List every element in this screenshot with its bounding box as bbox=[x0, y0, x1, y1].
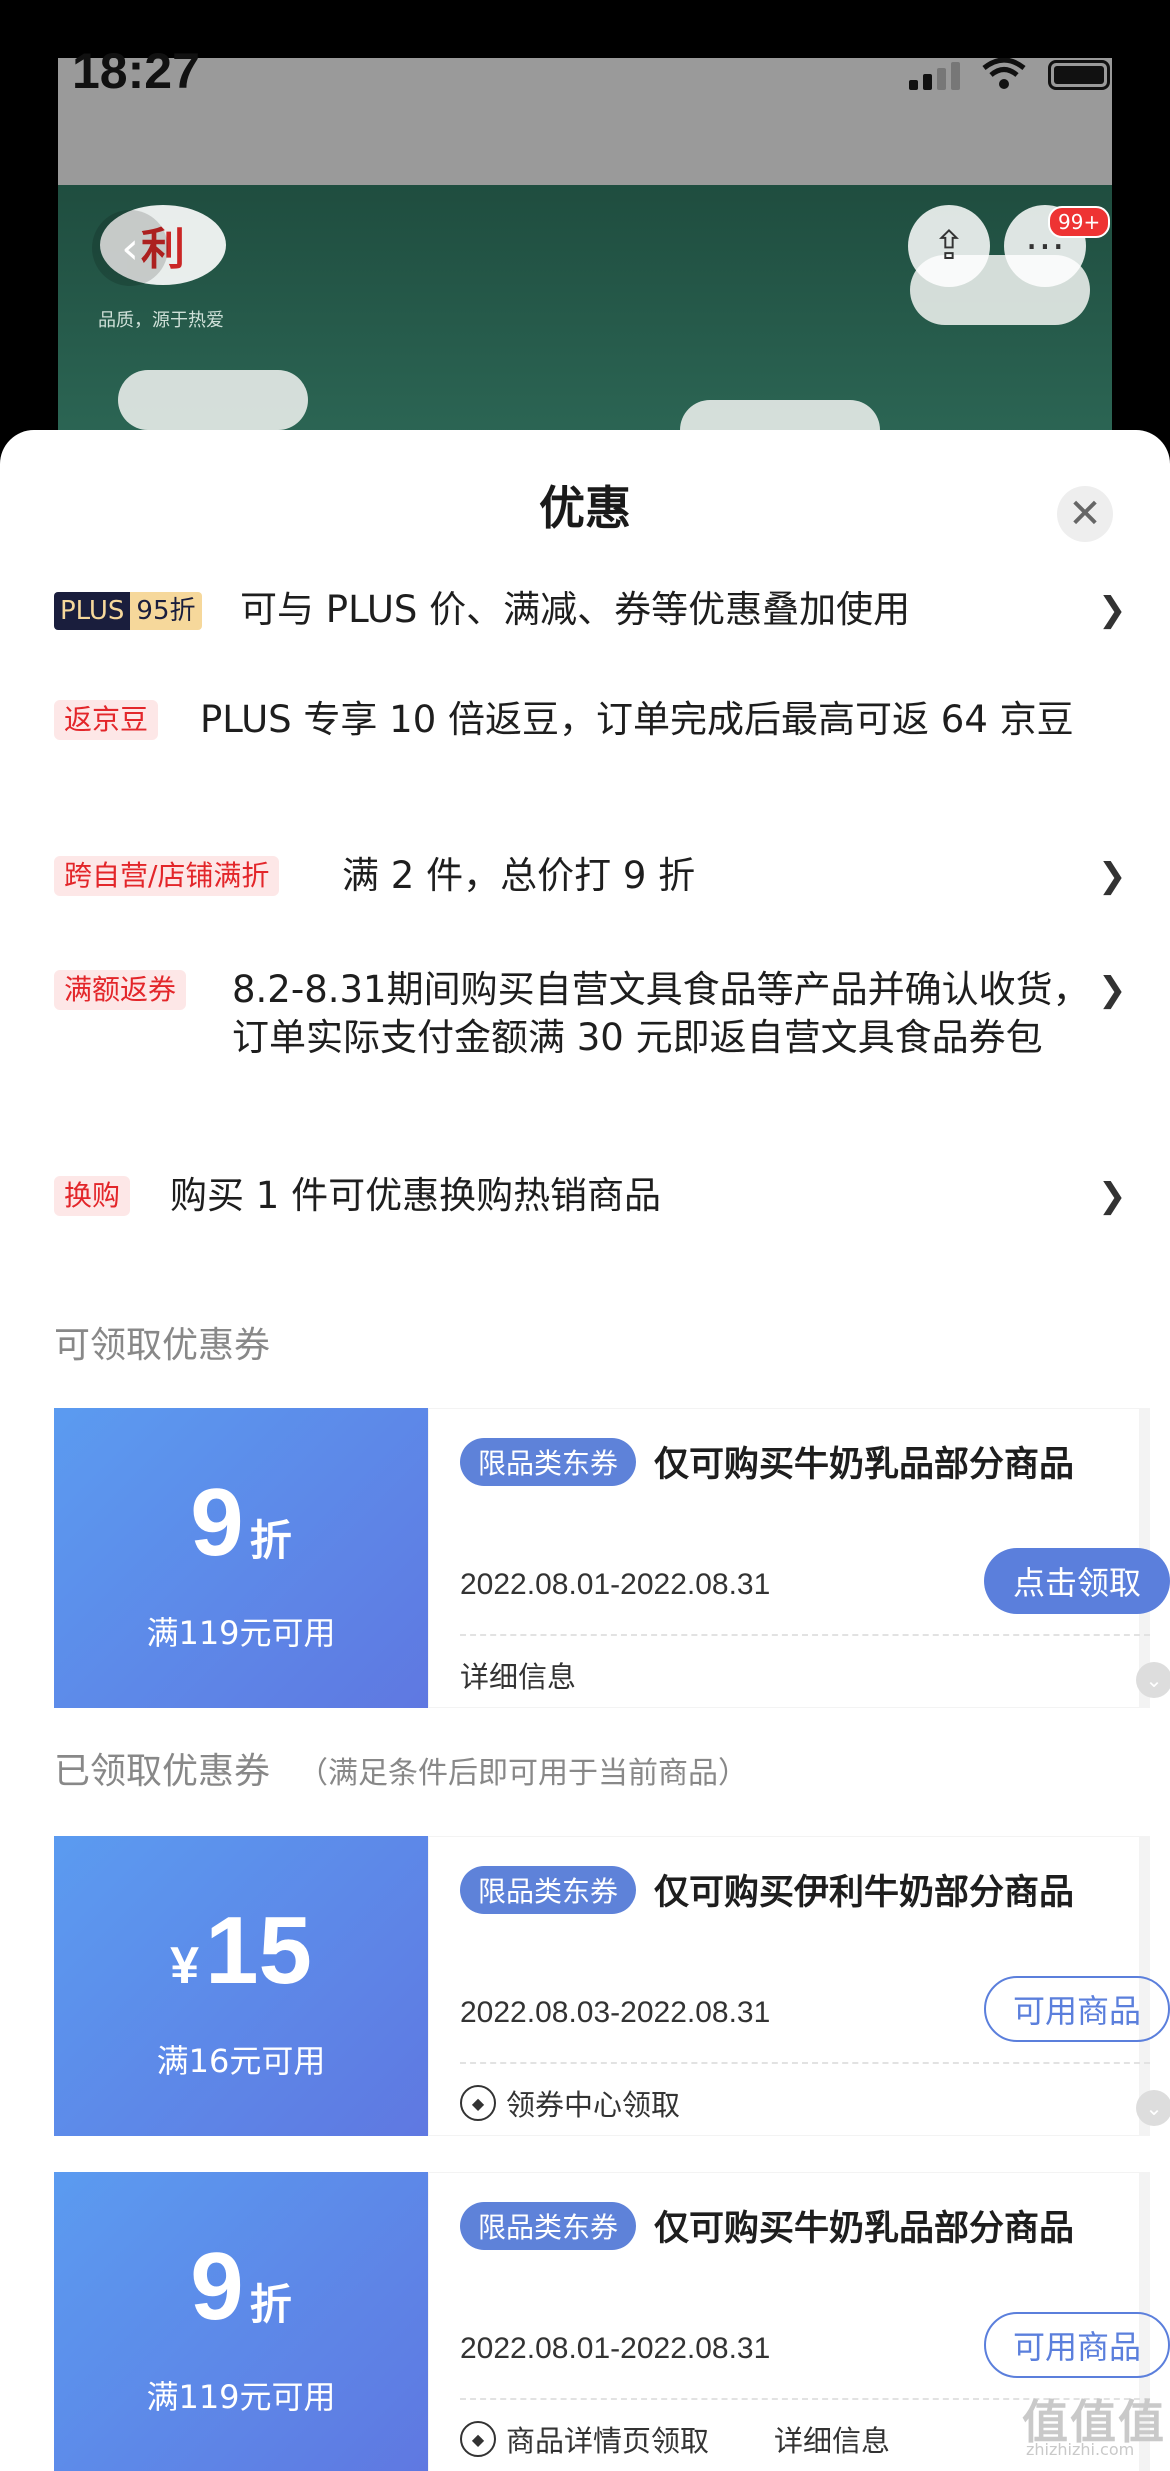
watermark-url: zhizhizhi.com bbox=[1026, 2440, 1135, 2459]
close-icon: ✕ bbox=[1068, 491, 1102, 537]
coupon-type-tag: 限品类东券 bbox=[460, 1438, 637, 1486]
promo-tag: 换购 bbox=[54, 1176, 131, 1216]
back-button[interactable]: ‹ bbox=[92, 210, 168, 286]
coupon-amount: 9 bbox=[190, 2233, 244, 2340]
coupon-type-tag: 限品类东券 bbox=[460, 1866, 637, 1914]
applicable-products-button[interactable]: 可用商品 bbox=[984, 1976, 1170, 2042]
divider bbox=[460, 2062, 1150, 2064]
status-icons bbox=[909, 57, 1110, 90]
coupon-value-panel: 9折 满119元可用 bbox=[48, 2172, 428, 2471]
claim-coupon-button[interactable]: 点击领取 bbox=[984, 1548, 1170, 1614]
coupon-validity: 2022.08.01-2022.08.31 bbox=[460, 2332, 771, 2365]
promo-tag: 跨自营/店铺满折 bbox=[54, 856, 280, 896]
close-button[interactable]: ✕ bbox=[1057, 486, 1113, 542]
brand-slogan: 品质，源于热爱 bbox=[98, 310, 224, 331]
signal-icon bbox=[909, 62, 960, 90]
coupon-detail-panel: 限品类东券 仅可购买伊利牛奶部分商品 2022.08.03-2022.08.31… bbox=[428, 1836, 1170, 2136]
currency-symbol: ¥ bbox=[170, 1937, 200, 1995]
coupon-card: ¥15 满16元可用 限品类东券 仅可购买伊利牛奶部分商品 2022.08.03… bbox=[48, 1836, 1170, 2136]
coupon-card: 9折 满119元可用 限品类东券 仅可购买牛奶乳品部分商品 2022.08.01… bbox=[48, 1408, 1170, 1708]
coupon-detail-panel: 限品类东券 仅可购买牛奶乳品部分商品 2022.08.01-2022.08.31… bbox=[428, 1408, 1170, 1708]
promo-tag: 返京豆 bbox=[54, 700, 159, 740]
coupon-source-icon: ◆ bbox=[460, 2085, 496, 2121]
chevron-right-icon: ❯ bbox=[1098, 590, 1127, 630]
coupon-title: 仅可购买伊利牛奶部分商品 bbox=[654, 1873, 1075, 1913]
coupon-unit: 折 bbox=[249, 1517, 292, 1564]
coupon-details-link[interactable]: 详细信息 bbox=[774, 2418, 890, 2460]
status-bar: 18:27 bbox=[0, 0, 1170, 99]
promo-text: 满 2 件，总价打 9 折 bbox=[342, 854, 696, 897]
coupon-condition: 满119元可用 bbox=[146, 1614, 336, 1652]
coupon-condition: 满119元可用 bbox=[146, 2378, 336, 2416]
coupon-source: ◆ 商品详情页领取 bbox=[460, 2418, 709, 2460]
coupon-title: 仅可购买牛奶乳品部分商品 bbox=[654, 1445, 1075, 1485]
coupon-unit: 折 bbox=[249, 2281, 292, 2328]
status-time: 18:27 bbox=[72, 43, 200, 99]
promo-text: 购买 1 件可优惠换购热销商品 bbox=[170, 1174, 662, 1217]
coupon-source-text: 领券中心领取 bbox=[506, 2088, 681, 2122]
available-coupons-heading: 可领取优惠券 bbox=[54, 1325, 271, 1366]
coupon-card: 9折 满119元可用 限品类东券 仅可购买牛奶乳品部分商品 2022.08.01… bbox=[48, 2172, 1170, 2471]
coupon-details-link[interactable]: 详细信息 bbox=[460, 1654, 576, 1696]
promo-text: PLUS 专享 10 倍返豆，订单完成后最高可返 64 京豆 bbox=[200, 698, 1074, 741]
coupon-amount: 15 bbox=[205, 1897, 312, 2004]
chevron-right-icon: ❯ bbox=[1098, 1176, 1127, 1216]
plus-discount-tag: PLUS 95折 bbox=[54, 592, 202, 630]
promo-text: 8.2-8.31期间购买自营文具食品等产品并确认收货，订单实际支付金额满 30 … bbox=[232, 968, 1090, 1059]
claimed-heading-note: （满足条件后即可用于当前商品） bbox=[298, 1756, 749, 1791]
promo-text: 可与 PLUS 价、满减、券等优惠叠加使用 bbox=[240, 588, 911, 631]
cloud-decoration bbox=[118, 370, 308, 430]
promo-tag: 满额返券 bbox=[54, 970, 187, 1010]
coupon-validity: 2022.08.01-2022.08.31 bbox=[460, 1568, 771, 1601]
plus-discount-label: 95折 bbox=[130, 592, 202, 630]
coupon-validity: 2022.08.03-2022.08.31 bbox=[460, 1996, 771, 2029]
coupon-source-text: 商品详情页领取 bbox=[506, 2424, 710, 2458]
coupon-source-icon: ◆ bbox=[460, 2421, 496, 2457]
coupon-condition: 满16元可用 bbox=[156, 2042, 326, 2080]
message-badge: 99+ bbox=[1048, 206, 1111, 238]
chevron-down-icon[interactable]: ⌄ bbox=[1136, 2090, 1170, 2126]
coupon-title: 仅可购买牛奶乳品部分商品 bbox=[654, 2209, 1075, 2249]
battery-icon bbox=[1048, 60, 1110, 90]
chevron-down-icon[interactable]: ⌄ bbox=[1136, 1662, 1170, 1698]
claimed-heading-text: 已领取优惠券 bbox=[54, 1751, 271, 1792]
coupon-value: 9折 bbox=[54, 2232, 428, 2342]
coupon-type-tag: 限品类东券 bbox=[460, 2202, 637, 2250]
coupon-amount: 9 bbox=[190, 1469, 244, 1576]
share-icon: ⇪ bbox=[932, 223, 966, 269]
coupon-value: 9折 bbox=[54, 1468, 428, 1578]
wifi-icon bbox=[982, 57, 1026, 90]
divider bbox=[460, 1634, 1150, 1636]
applicable-products-button[interactable]: 可用商品 bbox=[984, 2312, 1170, 2378]
chevron-right-icon: ❯ bbox=[1098, 970, 1127, 1010]
discount-sheet: 优惠 ✕ PLUS 95折 可与 PLUS 价、满减、券等优惠叠加使用 ❯ 返京… bbox=[0, 430, 1170, 2471]
coupon-value-panel: ¥15 满16元可用 bbox=[48, 1836, 428, 2136]
coupon-source: ◆ 领券中心领取 bbox=[460, 2082, 680, 2124]
coupon-value-panel: 9折 满119元可用 bbox=[48, 1408, 428, 1708]
coupon-value: ¥15 bbox=[54, 1896, 428, 2006]
plus-label: PLUS bbox=[54, 592, 131, 630]
share-button[interactable]: ⇪ bbox=[908, 205, 990, 287]
claimed-coupons-heading: 已领取优惠券 （满足条件后即可用于当前商品） bbox=[54, 1742, 748, 1794]
sheet-title: 优惠 bbox=[539, 481, 631, 535]
chevron-right-icon: ❯ bbox=[1098, 856, 1127, 896]
chevron-left-icon: ‹ bbox=[121, 222, 139, 274]
